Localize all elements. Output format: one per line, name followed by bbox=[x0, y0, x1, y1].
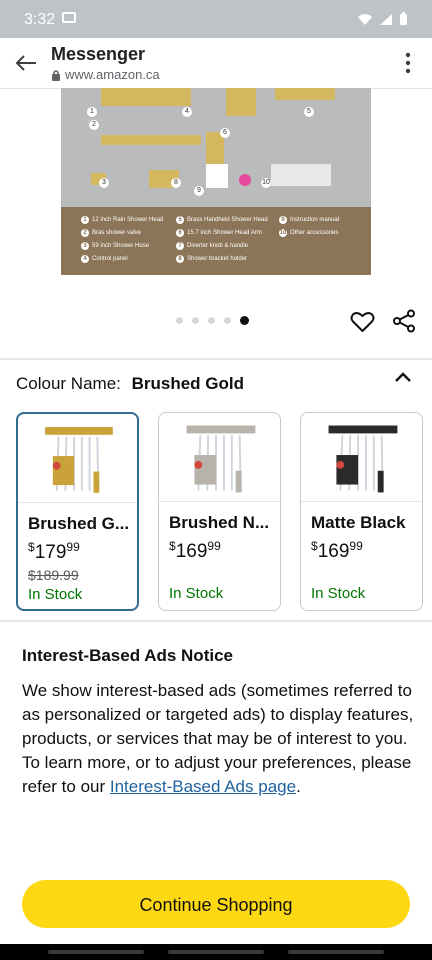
section-divider bbox=[0, 358, 432, 360]
battery-icon bbox=[400, 12, 407, 25]
swatch-stock: In Stock bbox=[169, 585, 224, 602]
swatch-price: $16999 bbox=[169, 539, 221, 562]
swatch-separator bbox=[18, 502, 137, 503]
swatch-price: $16999 bbox=[311, 539, 363, 562]
nav-handle bbox=[288, 950, 384, 954]
ads-notice-end: . bbox=[296, 777, 301, 796]
swatch-name: Brushed G... bbox=[28, 514, 130, 533]
colour-label: Colour Name: bbox=[16, 374, 121, 393]
photo-notification-icon bbox=[62, 12, 76, 23]
browser-toolbar: Messenger www.amazon.ca bbox=[0, 38, 432, 89]
swatch-name: Brushed N... bbox=[169, 513, 270, 532]
swatch-stock: In Stock bbox=[28, 586, 83, 603]
colour-name-row: Colour Name: Brushed Gold bbox=[16, 374, 244, 394]
lock-icon bbox=[52, 69, 60, 81]
swatch-separator bbox=[301, 501, 422, 502]
heart-icon[interactable] bbox=[350, 310, 375, 334]
signal-icon bbox=[380, 13, 392, 25]
share-icon[interactable] bbox=[392, 309, 416, 333]
more-options-icon[interactable] bbox=[404, 52, 412, 74]
faucet-thumbnail-nickel bbox=[186, 425, 256, 493]
swatch-list-price: $189.99 bbox=[28, 567, 79, 583]
carousel-dot[interactable] bbox=[208, 317, 215, 324]
status-bar: 3:32 bbox=[0, 0, 432, 38]
carousel-dot[interactable] bbox=[176, 317, 183, 324]
wifi-icon bbox=[358, 13, 372, 25]
swatch-separator bbox=[159, 501, 280, 502]
url-text: www.amazon.ca bbox=[65, 67, 160, 82]
product-parts-illustration bbox=[91, 88, 335, 188]
system-navigation-bar bbox=[0, 944, 432, 960]
swatch-price: $17999 bbox=[28, 540, 80, 563]
status-time: 3:32 bbox=[24, 11, 56, 28]
swatch-stock: In Stock bbox=[311, 585, 366, 602]
carousel-dot[interactable] bbox=[224, 317, 231, 324]
product-image[interactable]: 1 4 5 2 6 3 8 9 10 1 12 inch Rain Shower … bbox=[61, 88, 371, 275]
colour-value: Brushed Gold bbox=[131, 374, 245, 393]
continue-shopping-button[interactable]: Continue Shopping bbox=[22, 880, 410, 928]
carousel-dot-active[interactable] bbox=[240, 316, 249, 325]
nav-handle bbox=[48, 950, 144, 954]
swatch-brushed-nickel[interactable]: Brushed N... $16999 In Stock bbox=[158, 412, 281, 611]
chevron-up-icon[interactable] bbox=[394, 370, 412, 384]
status-icons bbox=[357, 12, 408, 26]
faucet-thumbnail-black bbox=[328, 425, 398, 493]
product-legend: 1 12 inch Rain Shower Head 2 Bras shower v… bbox=[61, 207, 371, 275]
ads-notice-body: We show interest-based ads (sometimes re… bbox=[22, 679, 414, 799]
ads-notice-title: Interest-Based Ads Notice bbox=[22, 646, 233, 665]
back-arrow-icon[interactable] bbox=[14, 51, 38, 75]
section-divider bbox=[0, 620, 432, 622]
swatch-matte-black[interactable]: Matte Black $16999 In Stock bbox=[300, 412, 423, 611]
faucet-thumbnail-gold bbox=[45, 427, 113, 493]
browser-title: Messenger bbox=[51, 44, 146, 64]
image-carousel-dots[interactable] bbox=[176, 316, 249, 325]
url-row: www.amazon.ca bbox=[51, 67, 160, 82]
carousel-dot[interactable] bbox=[192, 317, 199, 324]
interest-based-ads-link[interactable]: Interest-Based Ads page bbox=[110, 777, 296, 796]
swatch-brushed-gold[interactable]: Brushed G... $17999 $189.99 In Stock bbox=[16, 412, 139, 611]
swatch-name: Matte Black bbox=[311, 513, 406, 532]
nav-handle bbox=[168, 950, 264, 954]
